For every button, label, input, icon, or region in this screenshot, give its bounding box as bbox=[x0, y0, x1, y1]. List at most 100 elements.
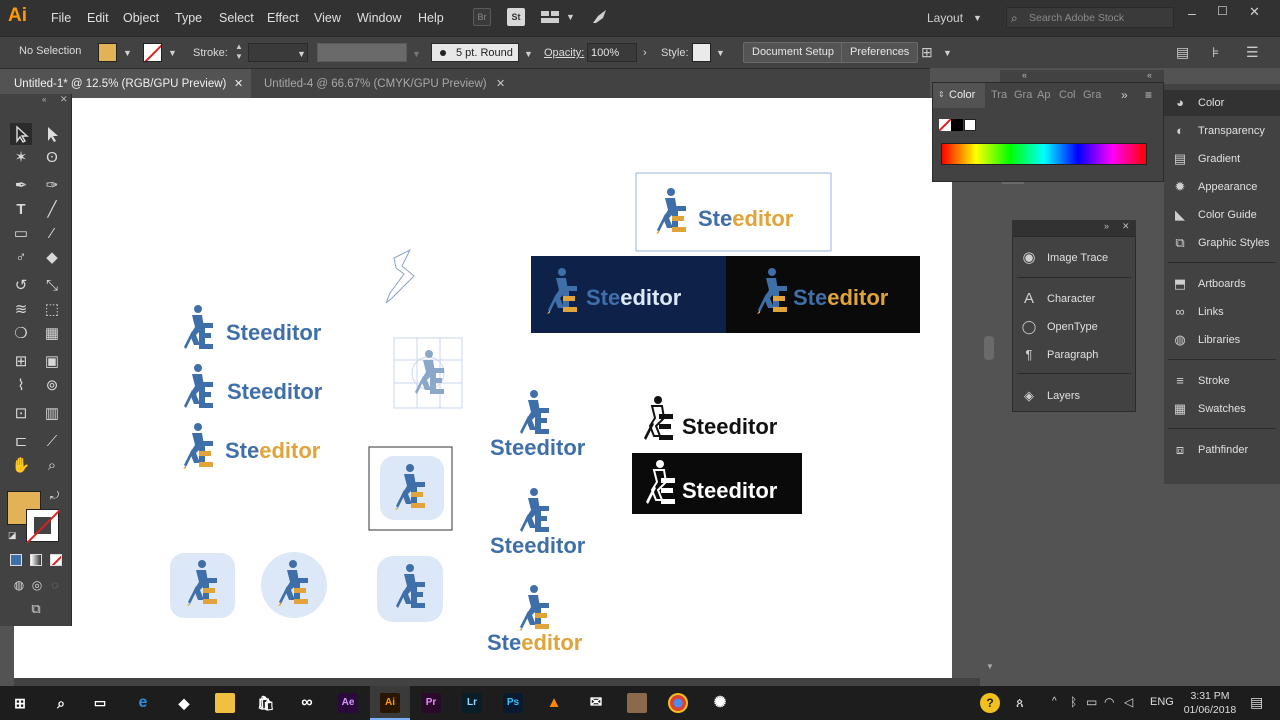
rocket-icon[interactable] bbox=[590, 8, 610, 26]
white-swatch[interactable] bbox=[964, 119, 976, 131]
chevron-down-icon[interactable]: ▼ bbox=[524, 49, 533, 59]
paintbrush-icon[interactable]: ⁄ bbox=[41, 223, 63, 245]
preferences-button[interactable]: Preferences bbox=[841, 42, 919, 63]
slice-tool-icon[interactable]: ⟋ bbox=[41, 431, 63, 453]
dock-color[interactable]: ◕ Color bbox=[1164, 90, 1280, 116]
panel-menu-icon[interactable]: ≡ bbox=[1145, 88, 1152, 102]
blend-tool-icon[interactable]: ⊚ bbox=[41, 375, 63, 397]
none-mode-icon[interactable] bbox=[50, 554, 62, 566]
swap-colors-icon[interactable]: ⤾ bbox=[50, 490, 59, 503]
minimize-button[interactable]: – bbox=[1188, 5, 1196, 21]
menu-type[interactable]: Type bbox=[175, 11, 202, 25]
edge-browser-icon[interactable]: e bbox=[133, 693, 153, 713]
tab-color-guide[interactable]: Col bbox=[1059, 89, 1076, 101]
lightroom-icon[interactable]: Lr bbox=[462, 693, 482, 713]
screen-mode-icon[interactable]: ⧉ bbox=[25, 598, 47, 620]
dock-appearance[interactable]: ✹ Appearance bbox=[1164, 174, 1280, 200]
search-icon[interactable]: ⌕ bbox=[51, 693, 71, 713]
dock-stroke[interactable]: ≡ Stroke bbox=[1164, 368, 1280, 394]
vlc-icon[interactable]: ▲ bbox=[544, 693, 564, 713]
free-transform-icon[interactable]: ⬚ bbox=[41, 299, 63, 321]
dock-libraries[interactable]: ◍ Libraries bbox=[1164, 327, 1280, 353]
zoom-tool-icon[interactable]: ⌕ bbox=[41, 455, 63, 477]
collapse-icon[interactable]: « bbox=[1147, 70, 1152, 80]
menu-help[interactable]: Help bbox=[418, 11, 444, 25]
maximize-button[interactable]: ☐ bbox=[1217, 4, 1228, 18]
eraser-icon[interactable]: ◆ bbox=[41, 247, 63, 269]
rectangle-tool-icon[interactable]: ▭ bbox=[10, 223, 32, 245]
black-swatch[interactable] bbox=[951, 119, 963, 131]
eyedropper-icon[interactable]: ⌇ bbox=[10, 375, 32, 397]
chevron-down-icon[interactable]: ▼ bbox=[973, 13, 982, 23]
document-setup-button[interactable]: Document Setup bbox=[743, 42, 843, 63]
bluetooth-icon[interactable]: ᛒ bbox=[1070, 695, 1077, 709]
show-hidden-icons[interactable]: ^ bbox=[1052, 696, 1057, 707]
panel-layers[interactable]: ◈ Layers bbox=[1013, 383, 1135, 409]
chevron-down-icon[interactable]: ▼ bbox=[943, 48, 952, 58]
premiere-icon[interactable]: Pr bbox=[421, 693, 441, 713]
chevron-down-icon[interactable]: ▼ bbox=[297, 49, 306, 59]
collapse-icon[interactable]: « bbox=[1022, 70, 1027, 80]
close-tab-icon[interactable]: ✕ bbox=[496, 77, 505, 90]
column-graph-icon[interactable]: ▥ bbox=[41, 403, 63, 425]
search-stock-field[interactable]: ⌕ Search Adobe Stock bbox=[1006, 7, 1174, 28]
tab-gradient[interactable]: Gra bbox=[1014, 89, 1032, 101]
dock-color-guide[interactable]: ◣ Color Guide bbox=[1164, 202, 1280, 228]
dock-artboards[interactable]: ⬒ Artboards bbox=[1164, 271, 1280, 297]
menu-object[interactable]: Object bbox=[123, 11, 159, 25]
transform-icon[interactable]: ☰ bbox=[1246, 44, 1259, 61]
menu-edit[interactable]: Edit bbox=[87, 11, 109, 25]
artboard-tool-icon[interactable]: ⊏ bbox=[10, 431, 32, 453]
shape-builder-icon[interactable]: ❍ bbox=[10, 323, 32, 345]
photoshop-icon[interactable]: Ps bbox=[503, 693, 523, 713]
panel-opentype[interactable]: ◯ OpenType bbox=[1013, 314, 1135, 340]
workspace-switcher[interactable]: Layout bbox=[927, 11, 963, 25]
menu-window[interactable]: Window bbox=[357, 11, 401, 25]
chrome-icon[interactable] bbox=[668, 693, 688, 713]
language-indicator[interactable]: ENG bbox=[1150, 696, 1174, 708]
default-colors-icon[interactable]: ◪ bbox=[8, 530, 17, 541]
help-icon[interactable]: ? bbox=[980, 693, 1000, 713]
close-tab-icon[interactable]: ✕ bbox=[234, 77, 243, 90]
dock-links[interactable]: ∞ Links bbox=[1164, 299, 1280, 325]
dock-swatches[interactable]: ▦ Swatches bbox=[1164, 396, 1280, 422]
shaper-tool-icon[interactable]: ♂ bbox=[10, 247, 32, 269]
menu-select[interactable]: Select bbox=[219, 11, 254, 25]
arrange-documents-icon[interactable] bbox=[540, 8, 560, 26]
panel-paragraph[interactable]: ¶ Paragraph bbox=[1013, 342, 1135, 368]
vertical-scrollbar-thumb[interactable] bbox=[984, 336, 994, 360]
game-app-icon[interactable] bbox=[627, 693, 647, 713]
mesh-tool-icon[interactable]: ⊞ bbox=[10, 351, 32, 373]
stroke-weight-stepper[interactable]: ▲ ▼ bbox=[232, 42, 246, 63]
variable-width-profile[interactable] bbox=[317, 43, 407, 62]
brush-definition-select[interactable]: 5 pt. Round bbox=[431, 43, 519, 62]
fill-swatch[interactable] bbox=[98, 43, 117, 62]
menu-view[interactable]: View bbox=[314, 11, 341, 25]
lasso-icon[interactable]: ʘ bbox=[41, 147, 63, 169]
dock-pathfinder[interactable]: ⧈ Pathfinder bbox=[1164, 437, 1280, 463]
stock-icon[interactable]: St bbox=[507, 8, 525, 26]
volume-icon[interactable]: ◁ bbox=[1124, 695, 1133, 709]
more-tabs-icon[interactable]: » bbox=[1121, 88, 1128, 102]
symbol-sprayer-icon[interactable]: ⊡ bbox=[10, 403, 32, 425]
notifications-icon[interactable]: ▤ bbox=[1250, 694, 1263, 711]
chevron-down-icon[interactable]: ▼ bbox=[168, 48, 177, 58]
chevron-down-icon[interactable]: ▼ bbox=[566, 12, 575, 22]
mail-icon[interactable]: ✉ bbox=[586, 693, 606, 713]
collapse-icon[interactable]: » bbox=[1104, 221, 1109, 231]
magic-wand-icon[interactable]: ✶ bbox=[10, 147, 32, 169]
task-view-icon[interactable]: ▭ bbox=[90, 693, 110, 713]
opacity-input[interactable]: 100% bbox=[587, 43, 637, 62]
panel-toggle-icon[interactable]: ⇕ bbox=[938, 90, 945, 99]
stroke-swatch[interactable] bbox=[143, 43, 162, 62]
menu-file[interactable]: File bbox=[51, 11, 71, 25]
bridge-icon[interactable]: Br bbox=[473, 8, 491, 26]
type-tool-icon[interactable]: T bbox=[10, 199, 32, 221]
graphic-style-swatch[interactable] bbox=[692, 43, 711, 62]
stroke-color-swatch[interactable] bbox=[26, 509, 60, 543]
distribute-icon[interactable]: ⊧ bbox=[1212, 44, 1219, 61]
after-effects-icon[interactable]: Ae bbox=[338, 693, 358, 713]
tab-appearance[interactable]: Ap bbox=[1037, 89, 1050, 101]
panel-options-icon[interactable]: ▤ bbox=[1176, 44, 1189, 61]
color-mode-icon[interactable] bbox=[10, 554, 22, 566]
